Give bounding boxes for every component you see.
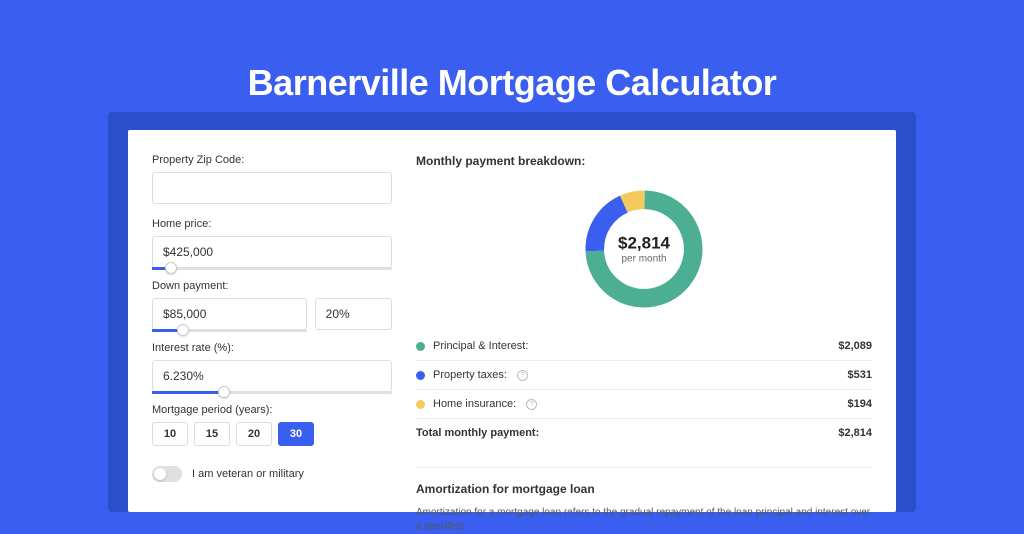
slider-fill (152, 391, 224, 394)
form-column: Property Zip Code: Home price: Down paym… (152, 154, 392, 488)
dot-icon (416, 342, 425, 351)
home-price-label: Home price: (152, 218, 392, 230)
line-total: Total monthly payment: $2,814 (416, 419, 872, 447)
calculator-card: Property Zip Code: Home price: Down paym… (128, 130, 896, 512)
slider-handle[interactable] (165, 262, 177, 274)
veteran-toggle[interactable] (152, 466, 182, 482)
down-payment-group: Down payment: (152, 280, 392, 332)
dot-icon (416, 400, 425, 409)
home-price-slider[interactable] (152, 267, 392, 270)
down-payment-slider[interactable] (152, 329, 307, 332)
zip-group: Property Zip Code: (152, 154, 392, 204)
zip-input[interactable] (152, 172, 392, 204)
interest-label: Interest rate (%): (152, 342, 392, 354)
donut-center-label: per month (618, 254, 670, 265)
period-btn-10[interactable]: 10 (152, 422, 188, 446)
period-btn-20[interactable]: 20 (236, 422, 272, 446)
donut-chart-wrap: $2,814 per month (416, 184, 872, 314)
interest-input[interactable] (152, 360, 392, 392)
down-payment-pct-input[interactable] (315, 298, 392, 330)
line-value: $531 (848, 369, 872, 381)
donut-chart: $2,814 per month (579, 184, 709, 314)
period-btn-15[interactable]: 15 (194, 422, 230, 446)
line-insurance: Home insurance: ? $194 (416, 390, 872, 419)
zip-label: Property Zip Code: (152, 154, 392, 166)
veteran-row: I am veteran or military (152, 466, 392, 482)
dot-icon (416, 371, 425, 380)
home-price-input[interactable] (152, 236, 392, 268)
donut-center-value: $2,814 (618, 234, 670, 254)
results-column: Monthly payment breakdown: $2,814 per mo… (416, 154, 872, 488)
down-payment-input[interactable] (152, 298, 307, 330)
period-group: Mortgage period (years): 10 15 20 30 (152, 404, 392, 446)
total-value: $2,814 (838, 427, 872, 439)
amortization-title: Amortization for mortgage loan (416, 467, 872, 496)
info-icon[interactable]: ? (526, 399, 537, 410)
line-label: Property taxes: (433, 369, 507, 381)
toggle-knob (154, 468, 166, 480)
slider-handle[interactable] (218, 386, 230, 398)
breakdown-title: Monthly payment breakdown: (416, 154, 872, 168)
info-icon[interactable]: ? (517, 370, 528, 381)
line-label: Principal & Interest: (433, 340, 528, 352)
line-label: Home insurance: (433, 398, 516, 410)
interest-slider[interactable] (152, 391, 392, 394)
total-label: Total monthly payment: (416, 427, 539, 439)
line-principal: Principal & Interest: $2,089 (416, 332, 872, 361)
line-value: $2,089 (838, 340, 872, 352)
line-value: $194 (848, 398, 872, 410)
slider-handle[interactable] (177, 324, 189, 336)
period-label: Mortgage period (years): (152, 404, 392, 416)
page-title: Barnerville Mortgage Calculator (0, 0, 1024, 104)
down-payment-label: Down payment: (152, 280, 392, 292)
donut-center: $2,814 per month (618, 234, 670, 265)
amortization-text: Amortization for a mortgage loan refers … (416, 506, 872, 534)
interest-group: Interest rate (%): (152, 342, 392, 394)
home-price-group: Home price: (152, 218, 392, 270)
veteran-label: I am veteran or military (192, 468, 304, 480)
line-taxes: Property taxes: ? $531 (416, 361, 872, 390)
period-btn-30[interactable]: 30 (278, 422, 314, 446)
period-row: 10 15 20 30 (152, 422, 392, 446)
